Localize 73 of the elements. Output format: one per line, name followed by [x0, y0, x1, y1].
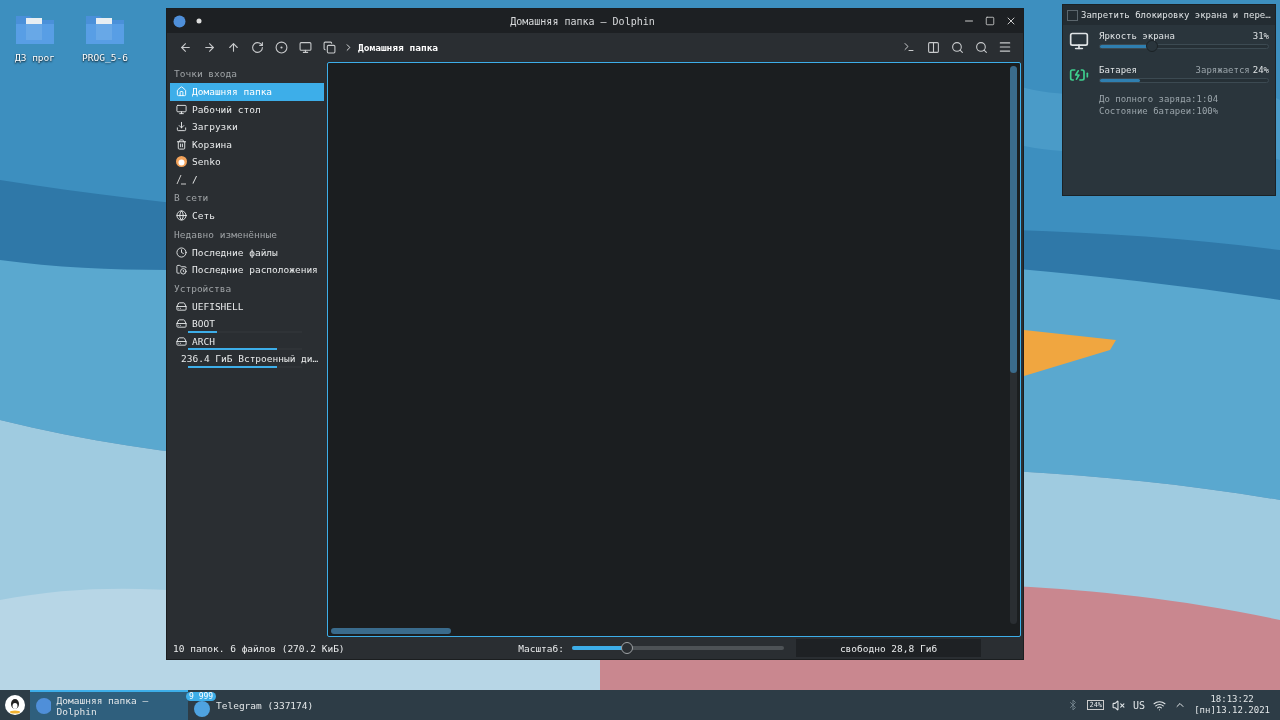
place-item[interactable]: UEFISHELL: [170, 297, 324, 315]
drive-icon: [176, 335, 187, 347]
maximize-icon[interactable]: [985, 16, 995, 26]
wifi-icon[interactable]: [1153, 698, 1167, 712]
place-item[interactable]: ARCH: [170, 332, 324, 350]
place-item[interactable]: Последние файлы: [170, 243, 324, 261]
place-item[interactable]: Рабочий стол: [170, 100, 324, 118]
up-icon: [226, 40, 240, 54]
section-title: Недавно изменённые: [173, 227, 278, 242]
columns-icon: [926, 40, 940, 54]
window-title: Домашняя папка — Dolphin: [509, 15, 656, 27]
root-icon: [176, 173, 187, 185]
record-icon: [274, 40, 288, 54]
brightness-reading: 31%: [1252, 31, 1269, 41]
place-item[interactable]: Последние расположения: [170, 261, 324, 279]
section-title: Устройства: [173, 281, 233, 296]
checkbox[interactable]: [1067, 9, 1078, 21]
terminal-icon: [903, 41, 915, 53]
task-button[interactable]: Домашняя папка — Dolphin: [30, 690, 188, 720]
folder-label: ДЗ прог: [14, 52, 55, 63]
menu-icon: [998, 40, 1012, 54]
battery-reading: 24%: [1252, 65, 1269, 75]
app-icon: [194, 701, 210, 717]
pin-icon[interactable]: [196, 18, 202, 24]
globe-icon: [176, 210, 187, 222]
preview-icon: [298, 40, 312, 54]
battery-detail: До полного заряда:1:04: [1099, 95, 1220, 104]
battery-status: Заряжается: [1195, 65, 1250, 75]
place-item[interactable]: Senko: [170, 153, 324, 171]
folder-label: PROG_5-6: [82, 52, 128, 63]
section-title: В сети: [173, 191, 210, 205]
trash-icon: [176, 138, 187, 150]
task-button[interactable]: Telegram (337174) 9 999: [188, 690, 348, 720]
download-icon: [176, 121, 187, 133]
back-icon: [178, 40, 192, 54]
copy-icon: [322, 40, 336, 54]
search-icon: [974, 40, 988, 54]
keyboard-layout[interactable]: US: [1133, 699, 1146, 711]
place-item[interactable]: /: [170, 170, 324, 188]
forward-icon: [202, 40, 216, 54]
scrollbar[interactable]: [331, 628, 451, 634]
reload-icon: [250, 40, 264, 54]
place-item[interactable]: 236.4 ГиБ Встроенный ди…: [170, 350, 324, 368]
checkbox-label: Запретить блокировку экрана и пере…: [1081, 10, 1271, 20]
place-item[interactable]: Загрузки: [170, 118, 324, 136]
search-icon: [950, 40, 964, 54]
scrollbar[interactable]: [1010, 66, 1017, 373]
breadcrumb[interactable]: Домашняя папка: [358, 41, 895, 53]
status-text: 10 папок. 6 файлов (270.2 КиБ): [173, 642, 346, 654]
drive-icon: [176, 318, 187, 330]
place-item[interactable]: Сеть: [170, 207, 324, 225]
place-item[interactable]: BOOT: [170, 315, 324, 333]
drive-icon: [176, 300, 187, 312]
brightness-label: Яркость экрана: [1099, 31, 1175, 41]
app-icon: [173, 14, 186, 28]
battery-label: Батарея: [1099, 65, 1137, 75]
desktop-icon: [176, 103, 187, 115]
zoom-label: Масштаб:: [518, 642, 564, 654]
unread-badge: 9 999: [186, 692, 217, 701]
home-icon: [176, 86, 187, 98]
close-icon[interactable]: [1005, 15, 1017, 27]
app-icon: [36, 698, 51, 714]
volume-icon[interactable]: [1112, 698, 1126, 712]
free-space: свободно 28,8 Гиб: [796, 639, 981, 657]
battery-detail: Состояние батареи:100%: [1099, 107, 1220, 116]
monitor-icon: [1069, 31, 1089, 51]
clock-icon: [176, 246, 187, 258]
section-title: Точки входа: [173, 67, 238, 81]
avatar-icon: [176, 156, 187, 168]
clock-date[interactable]: [пн]13.12.2021: [1194, 705, 1270, 716]
place-item[interactable]: Корзина: [170, 135, 324, 153]
clock-time[interactable]: 18:13:22: [1210, 694, 1254, 705]
folder-clock-icon: [176, 264, 187, 276]
